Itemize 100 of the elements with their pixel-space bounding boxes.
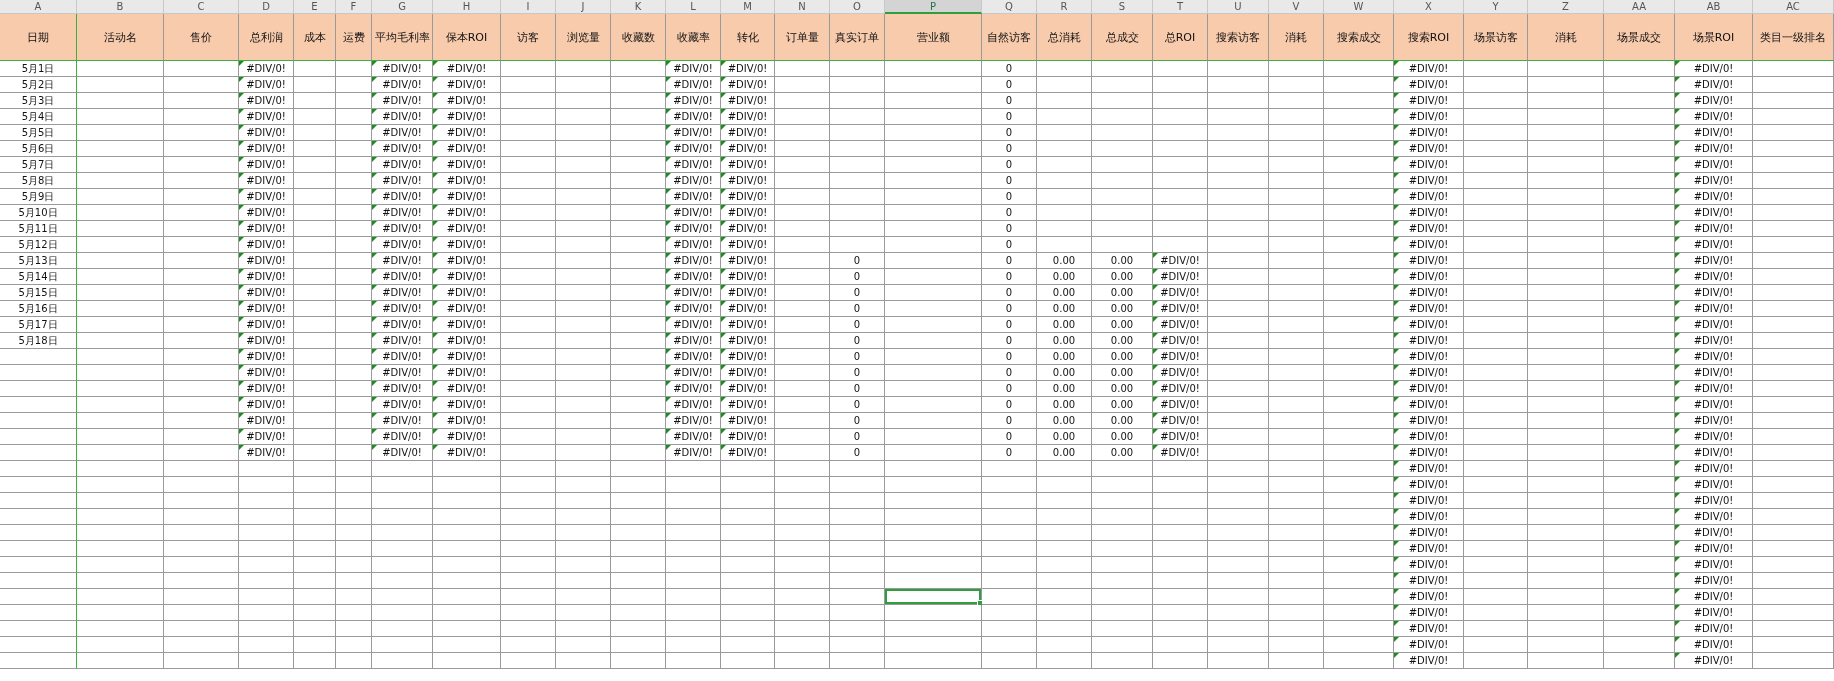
column-letter[interactable]: AA [1604,0,1675,14]
table-cell[interactable]: #DIV/0! [239,205,294,221]
table-cell[interactable]: #DIV/0! [1394,125,1464,141]
table-cell[interactable]: 0.00 [1037,413,1092,429]
table-cell[interactable]: 5月9日 [0,189,77,205]
table-cell[interactable]: #DIV/0! [433,173,501,189]
table-cell[interactable]: #DIV/0! [1394,413,1464,429]
table-cell[interactable]: #DIV/0! [1675,205,1753,221]
table-cell[interactable]: #DIV/0! [1675,141,1753,157]
table-cell[interactable]: #DIV/0! [433,333,501,349]
table-cell[interactable]: #DIV/0! [1394,221,1464,237]
table-cell[interactable]: 0 [982,141,1037,157]
table-cell[interactable]: #DIV/0! [239,125,294,141]
table-cell[interactable]: #DIV/0! [239,141,294,157]
table-cell[interactable]: 0 [830,317,885,333]
fill-handle[interactable] [977,600,983,606]
column-letter[interactable]: Y [1464,0,1528,14]
table-cell[interactable]: 5月4日 [0,109,77,125]
table-cell[interactable]: #DIV/0! [721,125,775,141]
table-cell[interactable]: #DIV/0! [1675,461,1753,477]
table-cell[interactable]: #DIV/0! [1394,397,1464,413]
table-cell[interactable]: 0 [982,429,1037,445]
table-cell[interactable]: #DIV/0! [239,381,294,397]
table-cell[interactable]: 0 [830,413,885,429]
table-cell[interactable]: #DIV/0! [433,253,501,269]
table-cell[interactable]: #DIV/0! [721,381,775,397]
table-cell[interactable]: #DIV/0! [1394,429,1464,445]
table-cell[interactable]: #DIV/0! [1675,397,1753,413]
table-cell[interactable]: #DIV/0! [1675,221,1753,237]
table-cell[interactable]: #DIV/0! [1394,109,1464,125]
table-cell[interactable]: #DIV/0! [721,301,775,317]
table-cell[interactable]: #DIV/0! [721,317,775,333]
table-cell[interactable]: #DIV/0! [1675,333,1753,349]
table-cell[interactable]: 5月8日 [0,173,77,189]
table-cell[interactable]: 0 [830,445,885,461]
table-cell[interactable]: 0 [982,109,1037,125]
table-cell[interactable]: #DIV/0! [1394,237,1464,253]
table-cell[interactable]: 5月16日 [0,301,77,317]
table-cell[interactable]: 0.00 [1037,333,1092,349]
table-cell[interactable]: #DIV/0! [433,285,501,301]
table-cell[interactable]: 0 [982,413,1037,429]
table-cell[interactable]: #DIV/0! [1153,269,1208,285]
table-cell[interactable]: 0 [982,93,1037,109]
table-cell[interactable]: #DIV/0! [1675,157,1753,173]
table-cell[interactable]: 0 [830,429,885,445]
table-cell[interactable]: #DIV/0! [1675,189,1753,205]
table-cell[interactable]: #DIV/0! [721,173,775,189]
column-letter[interactable]: I [501,0,556,14]
column-letter[interactable]: D [239,0,294,14]
table-cell[interactable]: #DIV/0! [721,429,775,445]
table-cell[interactable]: #DIV/0! [1394,269,1464,285]
table-cell[interactable]: #DIV/0! [1675,621,1753,637]
table-cell[interactable]: #DIV/0! [239,301,294,317]
column-letter[interactable]: P [885,0,982,14]
table-cell[interactable]: #DIV/0! [721,93,775,109]
table-cell[interactable]: #DIV/0! [1394,461,1464,477]
table-cell[interactable]: 0.00 [1092,413,1153,429]
table-cell[interactable]: #DIV/0! [239,317,294,333]
table-cell[interactable]: #DIV/0! [239,109,294,125]
table-cell[interactable]: #DIV/0! [1394,621,1464,637]
table-cell[interactable]: 0 [982,157,1037,173]
table-cell[interactable]: 0 [982,173,1037,189]
table-cell[interactable]: 0.00 [1092,397,1153,413]
table-cell[interactable]: 0 [830,381,885,397]
table-cell[interactable]: #DIV/0! [433,205,501,221]
table-cell[interactable]: #DIV/0! [1675,61,1753,77]
table-cell[interactable]: #DIV/0! [1394,349,1464,365]
table-cell[interactable]: 0.00 [1037,301,1092,317]
column-letter[interactable]: N [775,0,830,14]
table-cell[interactable]: 0.00 [1092,381,1153,397]
table-cell[interactable]: #DIV/0! [239,189,294,205]
table-cell[interactable]: #DIV/0! [721,397,775,413]
table-cell[interactable]: #DIV/0! [1675,477,1753,493]
table-cell[interactable]: #DIV/0! [1394,541,1464,557]
table-cell[interactable]: #DIV/0! [433,93,501,109]
table-cell[interactable]: 0 [982,237,1037,253]
table-cell[interactable]: 5月6日 [0,141,77,157]
table-cell[interactable]: 0.00 [1092,333,1153,349]
table-cell[interactable]: #DIV/0! [1675,237,1753,253]
table-cell[interactable]: 0 [982,125,1037,141]
table-cell[interactable]: 0 [982,381,1037,397]
table-cell[interactable]: 5月1日 [0,61,77,77]
table-cell[interactable]: #DIV/0! [239,237,294,253]
table-cell[interactable]: #DIV/0! [1153,365,1208,381]
table-cell[interactable]: #DIV/0! [1394,333,1464,349]
column-letter[interactable]: F [336,0,372,14]
table-cell[interactable]: 0 [830,285,885,301]
table-cell[interactable]: #DIV/0! [239,93,294,109]
table-cell[interactable]: #DIV/0! [1394,381,1464,397]
table-cell[interactable]: #DIV/0! [721,221,775,237]
table-cell[interactable]: 5月17日 [0,317,77,333]
table-cell[interactable]: 0.00 [1037,381,1092,397]
table-cell[interactable]: #DIV/0! [1394,605,1464,621]
table-cell[interactable]: #DIV/0! [721,269,775,285]
table-cell[interactable]: 0 [982,205,1037,221]
table-cell[interactable]: #DIV/0! [721,205,775,221]
table-cell[interactable]: #DIV/0! [1153,253,1208,269]
table-cell[interactable]: #DIV/0! [433,429,501,445]
table-cell[interactable]: #DIV/0! [1394,173,1464,189]
table-cell[interactable]: 0.00 [1037,429,1092,445]
